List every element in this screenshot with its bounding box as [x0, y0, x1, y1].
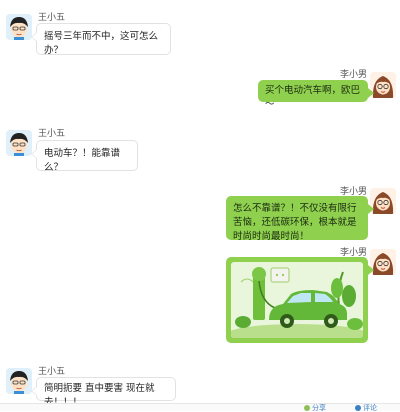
message-bubble[interactable]: 怎么不靠谱？！不仅没有限行苦恼，还低碳环保，根本就是时尚时尚最时尚！ [226, 196, 374, 242]
boy-avatar-icon[interactable] [6, 14, 32, 40]
boy-avatar-icon[interactable] [6, 368, 32, 394]
message-bubble[interactable]: 简明扼要 直中要害 现在就去！！！ [31, 377, 176, 408]
message-bubble[interactable]: 买个电动汽车啊，欧巴～ [258, 80, 374, 110]
image-message-bubble[interactable] [226, 257, 374, 343]
green-electric-car-illustration [231, 262, 363, 338]
sender-name: 王小五 [38, 13, 66, 23]
sender-name: 王小五 [38, 367, 66, 377]
sender-name: 李小男 [339, 70, 367, 80]
message-bubble[interactable]: 电动车？！能靠谱么？ [31, 140, 138, 173]
share-link[interactable]: 分享 [312, 404, 326, 412]
comment-icon [355, 405, 361, 411]
share-icon [304, 405, 310, 411]
comment-link[interactable]: 评论 [363, 404, 377, 412]
message-bubble[interactable]: 摇号三年而不中，这可怎么办？ [31, 23, 171, 56]
boy-avatar-icon[interactable] [6, 130, 32, 156]
sender-name: 王小五 [38, 129, 66, 139]
